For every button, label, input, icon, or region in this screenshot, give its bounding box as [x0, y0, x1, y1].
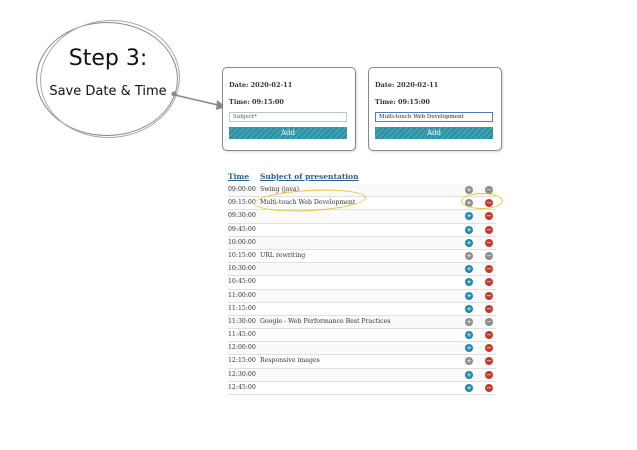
plus-icon[interactable]: + — [465, 238, 473, 247]
plus-icon[interactable]: + — [465, 291, 473, 300]
plus-icon[interactable]: + — [465, 331, 473, 340]
plus-icon[interactable]: + — [465, 383, 473, 392]
plus-icon[interactable]: + — [465, 225, 473, 234]
minus-icon[interactable]: − — [485, 357, 493, 366]
subject-column-header[interactable]: Subject of presentation — [260, 172, 359, 181]
row-time: 10:15:00 — [228, 251, 256, 259]
row-time: 12:00:00 — [228, 344, 256, 352]
step-subtitle: Save Date & Time — [49, 84, 167, 99]
plus-icon[interactable]: + — [465, 357, 473, 366]
row-time: 11:15:00 — [228, 304, 256, 312]
plus-icon[interactable]: + — [465, 212, 473, 221]
table-row: 12:30:00 + − — [228, 368, 496, 382]
minus-icon[interactable]: − — [485, 212, 493, 221]
row-time: 11:30:00 — [228, 317, 256, 325]
time-label: Time: 09:15:00 — [375, 98, 430, 106]
row-time: 10:30:00 — [228, 265, 256, 273]
callout-ring-outline — [36, 15, 184, 143]
minus-icon[interactable]: − — [485, 278, 493, 287]
plus-icon[interactable]: + — [465, 186, 473, 194]
plus-icon[interactable]: + — [465, 265, 473, 274]
date-label: Date: 2020-02-11 — [229, 81, 293, 89]
row-time: 09:45:00 — [228, 225, 256, 233]
minus-icon[interactable]: − — [485, 383, 493, 392]
step-callout: Step 3: Save Date & Time — [34, 15, 184, 143]
buttons-highlight — [461, 193, 503, 209]
table-row: 11:00:00 + − — [228, 289, 496, 303]
row-subject: Responsive images — [260, 357, 320, 365]
table-row: 09:30:00 + − — [228, 210, 496, 224]
row-time: 09:30:00 — [228, 212, 256, 220]
row-time: 10:45:00 — [228, 278, 256, 286]
minus-icon[interactable]: − — [485, 317, 493, 326]
minus-icon[interactable]: − — [485, 238, 493, 247]
minus-icon[interactable]: − — [485, 251, 493, 260]
time-label: Time: 09:15:00 — [229, 98, 284, 106]
table-header: Time Subject of presentation — [228, 172, 496, 184]
table-row: 10:15:00 URL rewriting + − — [228, 250, 496, 264]
minus-icon[interactable]: − — [485, 304, 493, 313]
row-subject: Google - Web Performance Best Practices — [260, 317, 391, 325]
appointment-form-empty: Date: 2020-02-11 Time: 09:15:00 Subject*… — [222, 67, 356, 151]
row-time: 12:30:00 — [228, 370, 256, 378]
minus-icon[interactable]: − — [485, 331, 493, 340]
row-time: 11:00:00 — [228, 291, 256, 299]
time-column-header[interactable]: Time — [228, 172, 249, 181]
table-row: 11:45:00 + − — [228, 329, 496, 343]
row-time: 12:45:00 — [228, 383, 256, 391]
table-row: 11:30:00 Google - Web Performance Best Pr… — [228, 315, 496, 330]
plus-icon[interactable]: + — [465, 317, 473, 326]
date-label: Date: 2020-02-11 — [375, 81, 439, 89]
table-row: 09:45:00 + − — [228, 224, 496, 237]
row-subject: URL rewriting — [260, 251, 306, 259]
subject-input[interactable]: Multi-touch Web Development — [375, 112, 493, 122]
row-time: 11:45:00 — [228, 331, 256, 339]
table-row: 10:00:00 + − — [228, 236, 496, 250]
minus-icon[interactable]: − — [485, 225, 493, 234]
minus-icon[interactable]: − — [485, 370, 493, 379]
row-time: 10:00:00 — [228, 238, 256, 246]
plus-icon[interactable]: + — [465, 370, 473, 379]
minus-icon[interactable]: − — [485, 265, 493, 274]
row-time: 12:15:00 — [228, 357, 256, 365]
add-button[interactable]: Add — [375, 127, 493, 139]
table-row: 10:45:00 + − — [228, 276, 496, 290]
appointment-form-filled: Date: 2020-02-11 Time: 09:15:00 Multi-to… — [368, 67, 502, 151]
table-row: 12:15:00 Responsive images + − — [228, 355, 496, 369]
arrow-right-icon — [171, 91, 226, 110]
plus-icon[interactable]: + — [465, 251, 473, 260]
step-title: Step 3: — [68, 46, 148, 71]
minus-icon[interactable]: − — [485, 344, 493, 353]
table-row: 12:45:00 + − — [228, 382, 496, 395]
table-row: 10:30:00 + − — [228, 263, 496, 277]
row-time: 09:00:00 — [228, 186, 256, 193]
table-row: 12:00:00 + − — [228, 342, 496, 356]
plus-icon[interactable]: + — [465, 304, 473, 313]
plus-icon[interactable]: + — [465, 344, 473, 353]
table-body: 09:00:00 Swing (java) + −09:15:00 Multi-touc… — [228, 184, 496, 395]
subject-input[interactable]: Subject* — [229, 112, 347, 122]
minus-icon[interactable]: − — [485, 291, 493, 300]
row-time: 09:15:00 — [228, 199, 256, 207]
plus-icon[interactable]: + — [465, 278, 473, 287]
table-row: 11:15:00 + − — [228, 303, 496, 316]
add-button[interactable]: Add — [229, 127, 347, 139]
